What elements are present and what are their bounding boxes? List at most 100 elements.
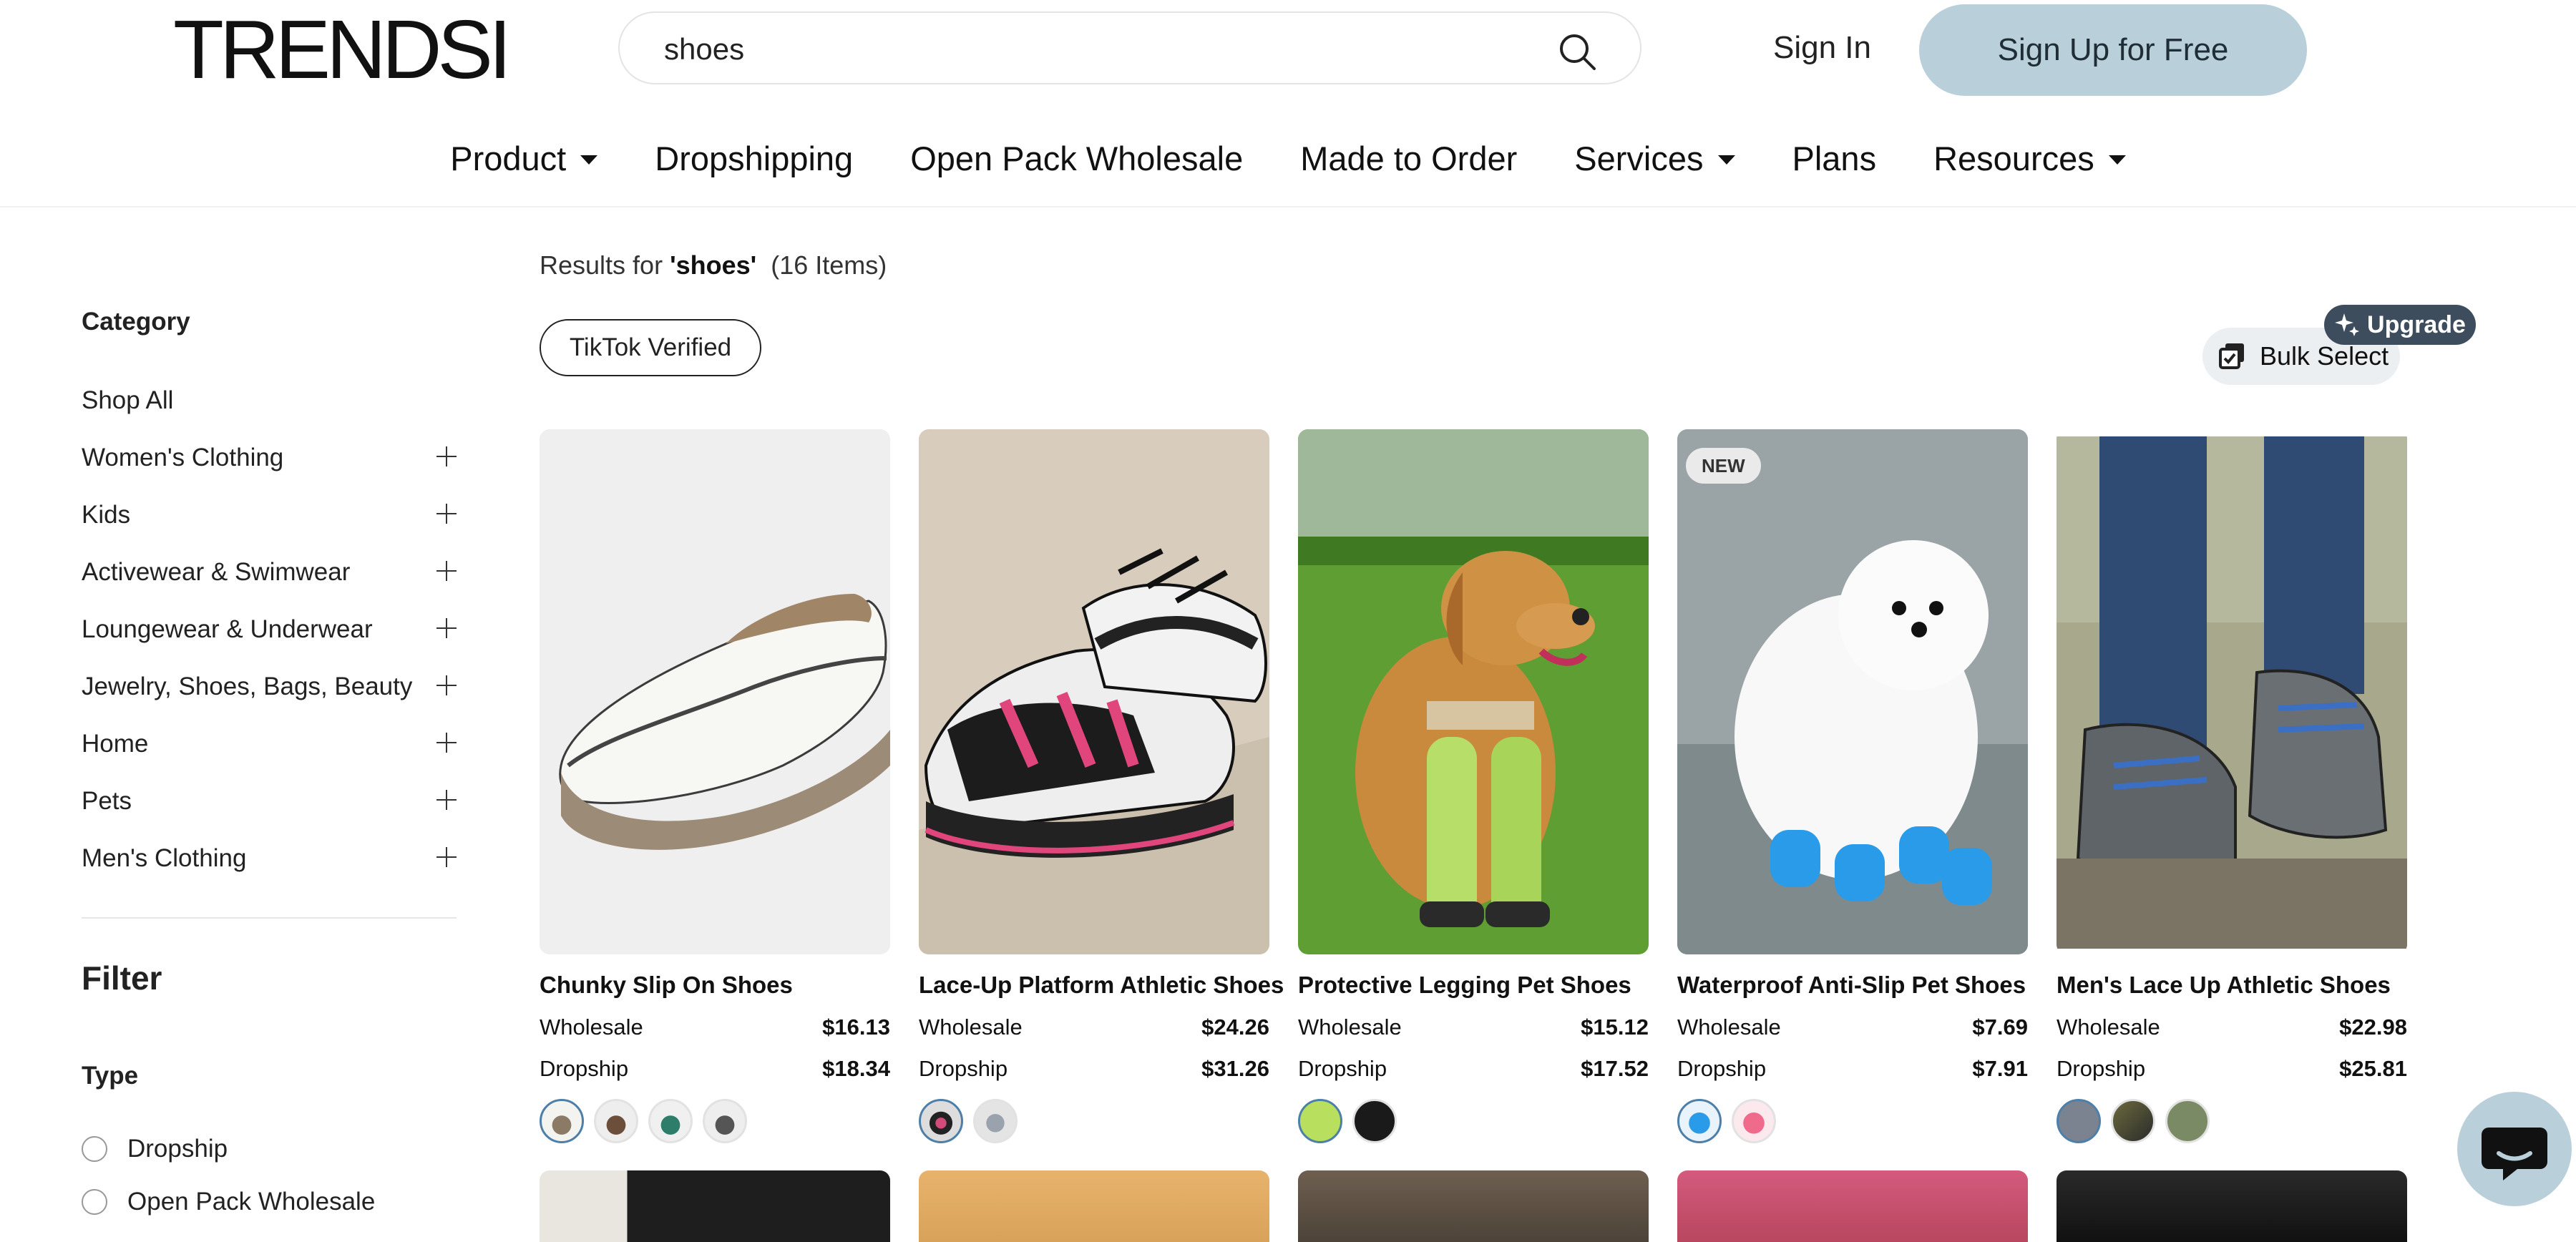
search-bar[interactable]: [618, 11, 1641, 84]
plus-icon[interactable]: [436, 847, 457, 867]
category-item-pets[interactable]: Pets: [82, 773, 457, 830]
tiktok-verified-filter-chip[interactable]: TikTok Verified: [540, 319, 761, 376]
color-swatch[interactable]: [1352, 1099, 1397, 1143]
color-swatch[interactable]: [1298, 1099, 1342, 1143]
product-card-partial[interactable]: [919, 1170, 1269, 1242]
color-swatch[interactable]: [973, 1099, 1018, 1143]
color-swatch[interactable]: [648, 1099, 693, 1143]
category-item-activewear[interactable]: Activewear & Swimwear: [82, 544, 457, 601]
product-name[interactable]: Waterproof Anti-Slip Pet Shoes: [1677, 972, 2028, 999]
wholesale-price-row: Wholesale $15.12: [1298, 1014, 1649, 1040]
dropship-price: $17.52: [1581, 1056, 1649, 1081]
color-swatch[interactable]: [2111, 1099, 2155, 1143]
chat-launcher-button[interactable]: [2457, 1092, 2572, 1206]
wholesale-price: $7.69: [1972, 1014, 2028, 1040]
type-option-open-pack[interactable]: Open Pack Wholesale: [82, 1186, 457, 1218]
product-card-partial[interactable]: [2057, 1170, 2407, 1242]
color-swatches: [1677, 1099, 2028, 1143]
wholesale-price-row: Wholesale $16.13: [540, 1014, 890, 1040]
product-name[interactable]: Lace-Up Platform Athletic Shoes: [919, 972, 1284, 999]
category-label: Loungewear & Underwear: [82, 615, 373, 643]
category-item-home[interactable]: Home: [82, 715, 457, 773]
category-item-mens-clothing[interactable]: Men's Clothing: [82, 830, 457, 887]
plus-icon[interactable]: [436, 561, 457, 581]
nav-dropshipping[interactable]: Dropshipping: [655, 139, 853, 178]
product-card-partial[interactable]: [1298, 1170, 1649, 1242]
price-label: Dropship: [1677, 1056, 1767, 1081]
product-card-partial[interactable]: [540, 1170, 890, 1242]
multi-select-icon: [2219, 343, 2244, 369]
color-swatch[interactable]: [2057, 1099, 2101, 1143]
product-card[interactable]: Men's Lace Up Athletic Shoes Wholesale $…: [2057, 429, 2407, 1143]
dropship-price: $25.81: [2339, 1056, 2407, 1081]
wholesale-price: $16.13: [822, 1014, 890, 1040]
color-swatches: [1298, 1099, 1649, 1143]
category-item-kids[interactable]: Kids: [82, 486, 457, 544]
color-swatch[interactable]: [594, 1099, 638, 1143]
upgrade-badge[interactable]: Upgrade: [2324, 305, 2476, 345]
plus-icon[interactable]: [436, 790, 457, 810]
wholesale-price-row: Wholesale $7.69: [1677, 1014, 2028, 1040]
dropship-price-row: Dropship $31.26: [919, 1056, 1269, 1082]
category-label: Jewelry, Shoes, Bags, Beauty: [82, 673, 413, 700]
price-label: Dropship: [540, 1056, 629, 1081]
category-label: Shop All: [82, 386, 174, 414]
color-swatches: [540, 1099, 890, 1143]
product-card[interactable]: NEW Waterproof Anti-Slip Pet Shoes Whole…: [1677, 429, 2028, 1143]
plus-icon[interactable]: [436, 446, 457, 466]
color-swatch[interactable]: [540, 1099, 584, 1143]
radio-button[interactable]: [82, 1136, 107, 1162]
search-input[interactable]: [664, 29, 1508, 70]
product-name[interactable]: Protective Legging Pet Shoes: [1298, 972, 1649, 999]
results-count: (16 Items): [771, 250, 887, 280]
nav-resources[interactable]: Resources: [1933, 139, 2126, 178]
product-card[interactable]: Lace-Up Platform Athletic Shoes Wholesal…: [919, 429, 1284, 1143]
category-item-jewelry-shoes-bags[interactable]: Jewelry, Shoes, Bags, Beauty: [82, 658, 457, 715]
wholesale-price: $22.98: [2339, 1014, 2407, 1040]
product-card[interactable]: Protective Legging Pet Shoes Wholesale $…: [1298, 429, 1649, 1143]
category-item-loungewear[interactable]: Loungewear & Underwear: [82, 601, 457, 658]
color-swatch[interactable]: [1677, 1099, 1722, 1143]
product-name[interactable]: Men's Lace Up Athletic Shoes: [2057, 972, 2407, 999]
nav-plans[interactable]: Plans: [1792, 139, 1877, 178]
plus-icon[interactable]: [436, 618, 457, 638]
plus-icon[interactable]: [436, 733, 457, 753]
price-label: Wholesale: [1677, 1014, 1781, 1040]
nav-product[interactable]: Product: [450, 139, 598, 178]
dropship-price: $31.26: [1201, 1056, 1269, 1081]
product-image[interactable]: [1298, 429, 1649, 954]
search-icon[interactable]: [1557, 31, 1597, 72]
radio-button[interactable]: [82, 1189, 107, 1215]
product-card[interactable]: Chunky Slip On Shoes Wholesale $16.13 Dr…: [540, 429, 890, 1143]
sign-in-link[interactable]: Sign In: [1773, 30, 1871, 66]
nav-open-pack-wholesale[interactable]: Open Pack Wholesale: [910, 139, 1243, 178]
category-item-shop-all[interactable]: Shop All: [82, 372, 457, 429]
bulk-select-label: Bulk Select: [2260, 341, 2389, 371]
sign-up-button[interactable]: Sign Up for Free: [1919, 4, 2307, 96]
category-label: Home: [82, 730, 149, 758]
product-image[interactable]: [2057, 429, 2407, 954]
category-item-womens-clothing[interactable]: Women's Clothing: [82, 429, 457, 486]
product-name[interactable]: Chunky Slip On Shoes: [540, 972, 890, 999]
product-image[interactable]: [919, 429, 1269, 954]
trendsi-logo[interactable]: TRENDSI: [173, 4, 512, 96]
type-heading: Type: [82, 1062, 139, 1090]
type-option-dropship[interactable]: Dropship: [82, 1133, 457, 1165]
nav-services[interactable]: Services: [1574, 139, 1735, 178]
product-card-partial[interactable]: [1677, 1170, 2028, 1242]
chat-bubble-icon: [2482, 1128, 2547, 1180]
color-swatch[interactable]: [703, 1099, 747, 1143]
wholesale-price-row: Wholesale $24.26: [919, 1014, 1269, 1040]
filter-heading: Filter: [82, 959, 162, 997]
color-swatch[interactable]: [2165, 1099, 2210, 1143]
product-image[interactable]: [540, 429, 890, 954]
price-label: Wholesale: [1298, 1014, 1402, 1040]
results-prefix: Results for: [540, 250, 670, 280]
plus-icon[interactable]: [436, 504, 457, 524]
color-swatch[interactable]: [919, 1099, 963, 1143]
color-swatch[interactable]: [1732, 1099, 1776, 1143]
price-label: Dropship: [919, 1056, 1008, 1081]
nav-made-to-order[interactable]: Made to Order: [1300, 139, 1517, 178]
product-image[interactable]: NEW: [1677, 429, 2028, 954]
plus-icon[interactable]: [436, 675, 457, 695]
